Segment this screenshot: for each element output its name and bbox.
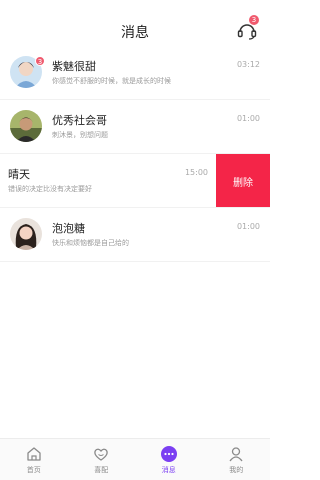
conversation-name: 晴天 <box>8 168 30 181</box>
conversation-message: 你感觉不舒服的时候，就是成长的时候 <box>52 77 171 85</box>
tab-profile[interactable]: 我的 <box>203 439 271 480</box>
delete-button[interactable]: 删除 <box>216 154 270 207</box>
unread-badge: 3 <box>35 56 45 66</box>
tab-home[interactable]: 首页 <box>0 439 68 480</box>
conversation-item[interactable]: 3 紫魅很甜 你感觉不舒服的时候，就是成长的时候 03:12 <box>0 46 270 100</box>
service-badge: 3 <box>249 15 259 25</box>
page-title: 消息 <box>121 25 149 41</box>
conversation-time: 01:00 <box>236 222 260 231</box>
heart-icon <box>94 448 109 461</box>
user-icon <box>229 447 243 462</box>
conversation-name: 紫魅很甜 <box>52 60 96 73</box>
conversation-item[interactable]: 优秀社会哥 刺沐景，别想问题 01:00 <box>0 100 270 154</box>
conversation-name: 泡泡糖 <box>52 222 85 235</box>
home-icon <box>27 447 41 461</box>
conversation-time: 03:12 <box>236 60 260 69</box>
chat-icon <box>160 446 177 462</box>
conversation-message: 刺沐景，别想问题 <box>52 131 108 139</box>
tab-label: 首页 <box>26 466 41 474</box>
conversation-item[interactable]: 泡泡糖 快乐和烦恼都是自己给的 01:00 <box>0 208 270 262</box>
tab-label: 喜配 <box>94 466 109 474</box>
conversation-message: 快乐和烦恼都是自己给的 <box>52 239 129 247</box>
conversation-item[interactable]: 晴天 错误的决定比没有决定要好 15:00 删除 <box>0 154 270 208</box>
conversation-name: 优秀社会哥 <box>52 114 107 127</box>
tab-label: 消息 <box>161 466 176 474</box>
conversation-message: 错误的决定比没有决定要好 <box>8 185 92 193</box>
tab-label: 我的 <box>229 466 244 474</box>
conversation-list: 3 紫魅很甜 你感觉不舒服的时候，就是成长的时候 03:12 优秀社会哥 刺沐景… <box>0 46 270 262</box>
tab-bar: 首页 喜配 消息 我的 <box>0 438 270 480</box>
conversation-time: 01:00 <box>236 114 260 123</box>
avatar <box>10 110 42 142</box>
conversation-time: 15:00 <box>184 168 208 177</box>
tab-match[interactable]: 喜配 <box>68 439 136 480</box>
avatar <box>10 218 42 250</box>
tab-messages[interactable]: 消息 <box>135 439 203 480</box>
